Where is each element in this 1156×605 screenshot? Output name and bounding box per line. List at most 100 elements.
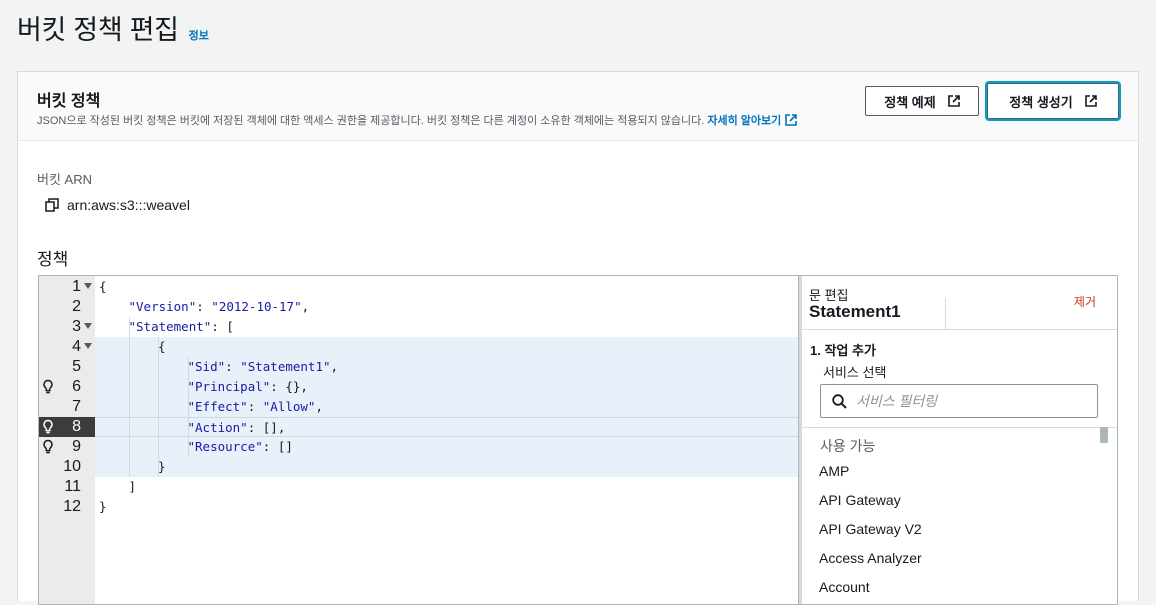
- policy-examples-label: 정책 예제: [884, 94, 936, 110]
- code-token: "Statement1": [240, 359, 331, 374]
- code-token: }: [99, 499, 107, 514]
- code-token: ]: [128, 479, 137, 494]
- service-list: 사용 가능 AMP API Gateway API Gateway V2 Access…: [799, 427, 1117, 604]
- line-number-text: 10: [63, 458, 81, 475]
- code-line[interactable]: }: [95, 457, 798, 477]
- code-token: "2012-10-17": [211, 299, 302, 314]
- line-number: 4: [39, 337, 95, 357]
- service-list-scrollbar[interactable]: [1100, 427, 1108, 443]
- fold-arrow-icon[interactable]: [84, 283, 92, 289]
- service-option[interactable]: AMP: [819, 463, 849, 479]
- service-search-placeholder: 서비스 필터링: [856, 393, 938, 409]
- tab-statement1[interactable]: Statement1: [809, 302, 901, 322]
- indent-guide: [187, 357, 189, 457]
- lightbulb-icon[interactable]: [42, 419, 54, 435]
- indent-guide: [128, 317, 130, 477]
- code-token: []: [277, 439, 293, 454]
- policy-examples-button[interactable]: 정책 예제: [865, 86, 979, 116]
- service-group-label: 사용 가능: [820, 438, 876, 454]
- statement-editor-header: 문 편집 Statement1 제거: [799, 276, 1117, 330]
- external-link-icon: [947, 95, 960, 107]
- line-number-text: 4: [72, 338, 81, 355]
- code-token: "Action": [187, 420, 248, 435]
- code-token: :: [247, 399, 263, 414]
- code-line[interactable]: "Action": [],: [95, 417, 798, 437]
- code-token: "Sid": [187, 359, 226, 374]
- code-token: {: [158, 339, 166, 354]
- line-number-text: 12: [63, 498, 81, 515]
- line-number-text: 6: [72, 378, 81, 395]
- info-link[interactable]: 정보: [189, 27, 209, 43]
- page-header: 버킷 정책 편집 정보: [17, 8, 209, 47]
- panel-title: 버킷 정책: [37, 93, 101, 110]
- line-number: 8: [39, 417, 95, 437]
- policy-generator-label: 정책 생성기: [1009, 94, 1073, 110]
- line-number-text: 1: [72, 278, 81, 295]
- code-token: :: [196, 299, 212, 314]
- code-line[interactable]: "Statement": [: [95, 317, 798, 337]
- policy-generator-button[interactable]: 정책 생성기: [985, 81, 1121, 121]
- line-number-text: 9: [72, 438, 81, 455]
- code-line[interactable]: "Resource": []: [95, 437, 798, 457]
- fold-arrow-icon[interactable]: [84, 343, 92, 349]
- code-token: ,: [301, 299, 310, 314]
- service-option[interactable]: API Gateway V2: [819, 521, 922, 537]
- line-number: 7: [39, 397, 95, 417]
- policy-code-editor[interactable]: 1 2 3 4 5 6 7 8 9 10 11 12 {"Version": "2012-10-17"…: [38, 275, 798, 605]
- copy-icon[interactable]: [45, 198, 59, 212]
- line-number-text: 2: [72, 298, 81, 315]
- lightbulb-icon[interactable]: [42, 439, 54, 455]
- line-number-text: 3: [72, 318, 81, 335]
- line-number: 3: [39, 317, 95, 337]
- code-line[interactable]: ]: [95, 477, 798, 497]
- code-line[interactable]: {: [95, 277, 798, 297]
- learn-more-link[interactable]: 자세히 알아보기: [707, 114, 798, 127]
- line-number: 11: [39, 477, 95, 497]
- code-token: ,: [315, 399, 323, 414]
- line-number-text: 11: [64, 478, 81, 495]
- indent-guide: [158, 337, 159, 477]
- line-number: 9: [39, 437, 95, 457]
- editor-gutter: 1 2 3 4 5 6 7 8 9 10 11 12: [39, 276, 95, 604]
- code-token: "Principal": [187, 379, 271, 394]
- code-token: "Allow": [262, 399, 316, 414]
- service-option[interactable]: API Gateway: [819, 492, 901, 508]
- line-number: 1: [39, 277, 95, 297]
- bucket-arn-row: arn:aws:s3:::weavel: [45, 197, 190, 213]
- page-title: 버킷 정책 편집: [17, 15, 179, 45]
- line-number: 2: [39, 297, 95, 317]
- line-number-text: 7: [72, 398, 81, 415]
- code-line[interactable]: "Principal": {},: [95, 377, 798, 397]
- bucket-arn-value: arn:aws:s3:::weavel: [67, 197, 190, 213]
- panel-description: JSON으로 작성된 버킷 정책은 버킷에 저장된 객체에 대한 액세스 권한을…: [37, 112, 798, 128]
- line-number: 10: [39, 457, 95, 477]
- bucket-policy-panel: 버킷 정책 JSON으로 작성된 버킷 정책은 버킷에 저장된 객체에 대한 액…: [17, 71, 1139, 605]
- code-line[interactable]: "Version": "2012-10-17",: [95, 297, 798, 317]
- external-link-icon: [785, 114, 798, 126]
- code-line[interactable]: }: [95, 497, 798, 517]
- remove-statement-button[interactable]: 제거: [1074, 293, 1096, 310]
- code-token: :: [247, 420, 263, 435]
- fold-arrow-icon[interactable]: [84, 323, 92, 329]
- service-search-input[interactable]: 서비스 필터링: [820, 384, 1098, 418]
- line-number-text: 5: [72, 358, 81, 375]
- code-line[interactable]: {: [95, 337, 798, 357]
- code-token: :: [211, 319, 227, 334]
- code-token: [: [226, 319, 234, 334]
- service-select-label: 서비스 선택: [823, 365, 887, 380]
- line-number: 12: [39, 497, 95, 517]
- code-token: {: [99, 279, 107, 294]
- code-token: {},: [285, 379, 308, 394]
- search-icon: [832, 393, 847, 409]
- code-token: :: [225, 359, 241, 374]
- service-option[interactable]: Account: [819, 579, 870, 595]
- code-token: [],: [262, 420, 286, 435]
- editor-code-area[interactable]: {"Version": "2012-10-17", "Statement": [{…: [95, 276, 798, 604]
- code-line[interactable]: "Effect": "Allow",: [95, 397, 798, 417]
- code-token: "Effect": [187, 399, 248, 414]
- code-line[interactable]: "Sid": "Statement1",: [95, 357, 798, 377]
- service-option[interactable]: Access Analyzer: [819, 550, 922, 566]
- lightbulb-icon[interactable]: [42, 379, 54, 395]
- code-token: "Version": [128, 299, 197, 314]
- tab-divider: [945, 298, 946, 330]
